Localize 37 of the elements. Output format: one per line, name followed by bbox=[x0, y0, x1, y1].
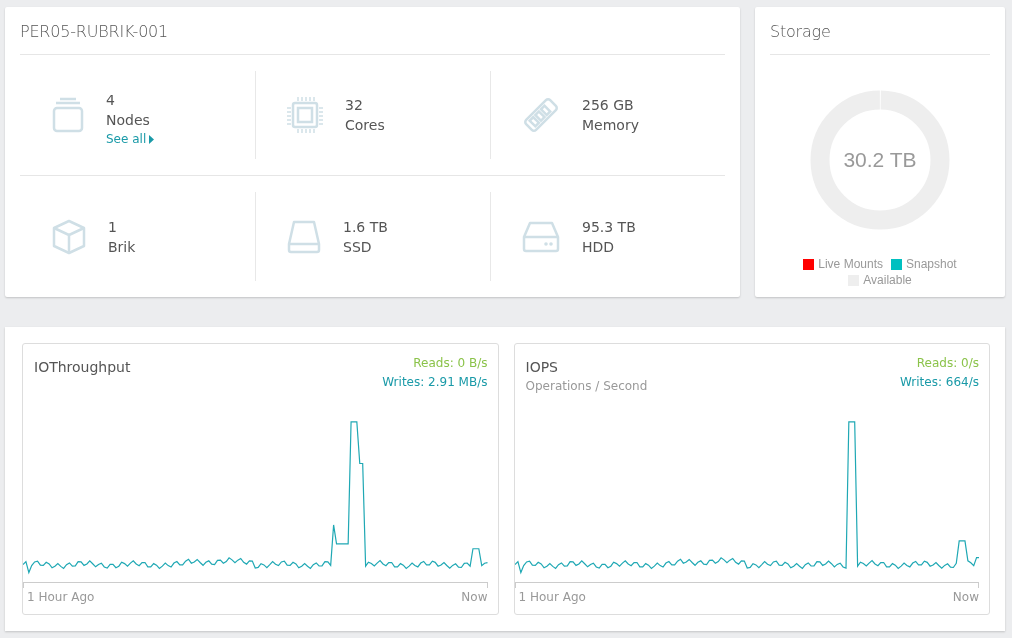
cluster-title: PER05-RUBRIK-001 bbox=[20, 7, 725, 55]
hard-drive-icon bbox=[522, 220, 560, 253]
cube-icon bbox=[52, 218, 86, 255]
stat-value: 1 bbox=[108, 218, 118, 235]
chip-icon bbox=[287, 97, 323, 133]
stat-label: Cores bbox=[345, 117, 385, 133]
axis-start-label: 1 Hour Ago bbox=[27, 590, 95, 604]
stat-value: 4 bbox=[106, 92, 116, 108]
stat-label: HDD bbox=[582, 238, 616, 255]
stat-value: 256 GB bbox=[582, 97, 635, 113]
writes-reading: Writes: 664/s bbox=[900, 375, 979, 389]
reads-reading: Reads: 0 B/s bbox=[413, 356, 488, 370]
chart-subtitle: Operations / Second bbox=[525, 379, 648, 393]
caret-icon bbox=[149, 134, 155, 144]
writes-reading: Writes: 2.91 MB/s bbox=[382, 375, 488, 389]
legend-label: Snapshot bbox=[906, 257, 957, 271]
stat-value: 32 bbox=[345, 97, 364, 113]
legend-label: Available bbox=[863, 273, 912, 287]
chart-title: IOThroughput bbox=[34, 359, 131, 375]
stat-label: Memory bbox=[582, 117, 639, 133]
stat-label: Brik bbox=[108, 238, 136, 255]
memory-stick-icon bbox=[522, 96, 560, 134]
chart-title: IOPS bbox=[525, 359, 559, 375]
axis-end-label: Now bbox=[952, 590, 979, 604]
see-all-link[interactable]: See all bbox=[106, 132, 155, 146]
storage-total: 30.2 TB bbox=[842, 148, 918, 172]
reads-reading: Reads: 0/s bbox=[916, 356, 979, 370]
stat-label: SSD bbox=[343, 238, 373, 255]
stat-label: Nodes bbox=[106, 112, 151, 128]
legend-label: Live Mounts bbox=[818, 257, 883, 271]
stat-value: 1.6 TB bbox=[343, 218, 388, 235]
axis-start-label: 1 Hour Ago bbox=[518, 590, 586, 604]
axis-end-label: Now bbox=[461, 590, 488, 604]
stack-icon bbox=[52, 97, 84, 133]
storage-title: Storage bbox=[770, 7, 990, 55]
drive-icon bbox=[287, 219, 321, 254]
stat-value: 95.3 TB bbox=[582, 218, 636, 235]
